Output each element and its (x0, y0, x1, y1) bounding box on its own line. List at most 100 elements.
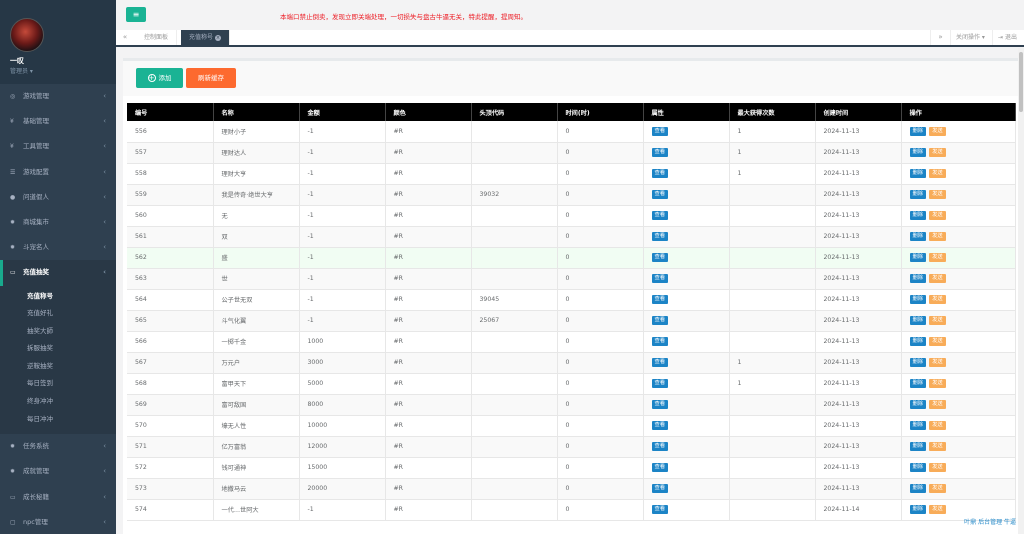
sidebar-item[interactable]: ▭ 充值抽奖 ‹ (0, 260, 116, 286)
send-button[interactable]: 发送 (929, 253, 946, 262)
sidebar-item[interactable]: ● 问道假人 ‹ (0, 185, 116, 210)
sidebar-item[interactable]: ✹ 任务系统 ‹ (0, 434, 116, 459)
send-button[interactable]: 发送 (929, 316, 946, 325)
column-header[interactable]: 颜色 (385, 103, 472, 121)
column-header[interactable]: 编号 (127, 103, 214, 121)
view-button[interactable]: 查看 (651, 274, 669, 283)
refresh-cache-button[interactable]: 刷新缓存 (186, 68, 236, 88)
column-header[interactable]: 属性 (643, 103, 730, 121)
close-tab-icon[interactable]: × (215, 34, 222, 41)
send-button[interactable]: 发送 (929, 148, 946, 157)
column-header[interactable]: 创建时间 (815, 103, 902, 121)
delete-button[interactable]: 删除 (909, 274, 927, 283)
add-button[interactable]: + 添加 (136, 68, 183, 88)
delete-button[interactable]: 删除 (909, 505, 927, 514)
sidebar-item[interactable]: ✹ 商城集市 ‹ (0, 210, 116, 235)
sidebar-subitem[interactable]: 终身冲冲 (0, 393, 116, 411)
delete-button[interactable]: 删除 (909, 211, 927, 220)
view-button[interactable]: 查看 (651, 379, 669, 388)
delete-button[interactable]: 删除 (909, 253, 927, 262)
column-header[interactable]: 金额 (299, 103, 386, 121)
sidebar-item[interactable]: ¥ 工具管理 ‹ (0, 134, 116, 159)
sidebar-item[interactable]: ¥ 基础管理 ‹ (0, 109, 116, 134)
delete-button[interactable]: 删除 (909, 463, 927, 472)
view-button[interactable]: 查看 (651, 148, 669, 157)
logout-button[interactable]: ⇥ 退出 (992, 30, 1022, 45)
delete-button[interactable]: 删除 (909, 379, 927, 388)
tabs-scroll-left-icon[interactable]: « (116, 30, 134, 45)
send-button[interactable]: 发送 (929, 126, 946, 136)
delete-button[interactable]: 删除 (909, 295, 927, 304)
delete-button[interactable]: 删除 (909, 484, 927, 493)
send-button[interactable]: 发送 (929, 169, 946, 178)
send-button[interactable]: 发送 (929, 358, 946, 367)
view-button[interactable]: 查看 (651, 463, 669, 472)
sidebar-subitem[interactable]: 充值称号 (0, 288, 116, 306)
view-button[interactable]: 查看 (651, 232, 669, 241)
column-header[interactable]: 名称 (213, 103, 300, 121)
scrollbar-thumb[interactable] (1019, 52, 1023, 112)
sidebar-item[interactable]: ▭ 成长秘籍 ‹ (0, 485, 116, 510)
view-button[interactable]: 查看 (651, 169, 669, 178)
sidebar-item[interactable]: ▢ npc管理 ‹ (0, 510, 116, 534)
view-button[interactable]: 查看 (651, 295, 669, 304)
view-button[interactable]: 查看 (651, 337, 669, 346)
user-role-dropdown[interactable]: 管理员 ▾ (10, 66, 33, 75)
send-button[interactable]: 发送 (929, 484, 946, 493)
delete-button[interactable]: 删除 (909, 190, 927, 199)
delete-button[interactable]: 删除 (909, 126, 927, 136)
delete-button[interactable]: 删除 (909, 316, 927, 325)
view-button[interactable]: 查看 (651, 505, 669, 514)
column-header[interactable]: 最大获得次数 (729, 103, 816, 121)
column-header[interactable]: 头顶代码 (471, 103, 558, 121)
delete-button[interactable]: 删除 (909, 442, 927, 451)
delete-button[interactable]: 删除 (909, 400, 927, 409)
sidebar-item[interactable]: ✹ 斗宠名人 ‹ (0, 235, 116, 260)
send-button[interactable]: 发送 (929, 190, 946, 199)
send-button[interactable]: 发送 (929, 463, 946, 472)
view-button[interactable]: 查看 (651, 126, 669, 136)
view-button[interactable]: 查看 (651, 211, 669, 220)
view-button[interactable]: 查看 (651, 253, 669, 262)
tab-dashboard[interactable]: 控制面板 (136, 30, 178, 45)
column-header[interactable]: 时间(时) (557, 103, 644, 121)
sidebar-item[interactable]: ✹ 成就管理 ‹ (0, 459, 116, 484)
delete-button[interactable]: 删除 (909, 148, 927, 157)
tab-recharge-title[interactable]: 充值称号 × (181, 30, 231, 45)
delete-button[interactable]: 删除 (909, 358, 927, 367)
avatar[interactable] (10, 18, 44, 52)
sidebar-item[interactable]: ◎ 游戏管理 ‹ (0, 84, 116, 109)
send-button[interactable]: 发送 (929, 400, 946, 409)
column-header[interactable]: 操作 (901, 103, 1016, 121)
send-button[interactable]: 发送 (929, 421, 946, 430)
delete-button[interactable]: 删除 (909, 337, 927, 346)
send-button[interactable]: 发送 (929, 211, 946, 220)
send-button[interactable]: 发送 (929, 337, 946, 346)
view-button[interactable]: 查看 (651, 442, 669, 451)
sidebar-subitem[interactable]: 拆服抽奖 (0, 340, 116, 358)
sidebar-subitem[interactable]: 逆鞍抽奖 (0, 358, 116, 376)
sidebar-subitem[interactable]: 每日签到 (0, 375, 116, 393)
delete-button[interactable]: 删除 (909, 169, 927, 178)
view-button[interactable]: 查看 (651, 484, 669, 493)
sidebar-subitem[interactable]: 抽奖大師 (0, 323, 116, 341)
send-button[interactable]: 发送 (929, 274, 946, 283)
tabs-scroll-right-icon[interactable]: » (930, 30, 950, 45)
send-button[interactable]: 发送 (929, 295, 946, 304)
view-button[interactable]: 查看 (651, 400, 669, 409)
view-button[interactable]: 查看 (651, 421, 669, 430)
send-button[interactable]: 发送 (929, 379, 946, 388)
view-button[interactable]: 查看 (651, 358, 669, 367)
sidebar-subitem[interactable]: 充值好礼 (0, 305, 116, 323)
close-ops-dropdown[interactable]: 关闭操作 ▾ (950, 30, 990, 45)
view-button[interactable]: 查看 (651, 316, 669, 325)
send-button[interactable]: 发送 (929, 232, 946, 241)
sidebar-subitem[interactable]: 每日冲冲 (0, 411, 116, 429)
menu-toggle-button[interactable]: ≡ (126, 7, 146, 22)
send-button[interactable]: 发送 (929, 505, 946, 514)
page-scrollbar[interactable] (1018, 48, 1024, 534)
sidebar-item[interactable]: ☰ 游戏配置 ‹ (0, 160, 116, 185)
view-button[interactable]: 查看 (651, 190, 669, 199)
delete-button[interactable]: 删除 (909, 232, 927, 241)
delete-button[interactable]: 删除 (909, 421, 927, 430)
